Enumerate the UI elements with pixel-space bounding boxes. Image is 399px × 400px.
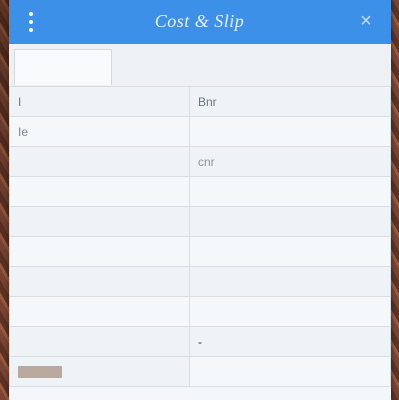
attribute-key	[9, 176, 190, 207]
attribute-value: Bnr	[189, 86, 391, 117]
close-icon[interactable]: ×	[355, 10, 377, 32]
attribute-value	[189, 206, 391, 237]
redacted-block	[18, 366, 62, 379]
popup-header: Cost & Slip ×	[9, 0, 391, 44]
feature-popup: Cost & Slip × I Bnr Ie cnr -	[9, 0, 391, 400]
attribute-key: I	[9, 86, 190, 117]
table-row	[9, 266, 391, 297]
attribute-value	[189, 266, 391, 297]
table-row	[9, 236, 391, 267]
tab-secondary[interactable]	[113, 49, 203, 85]
attribute-table: I Bnr Ie cnr -	[9, 86, 391, 387]
attribute-key	[9, 326, 190, 357]
attribute-value	[189, 236, 391, 267]
tab-attributes[interactable]	[14, 49, 112, 85]
attribute-value	[189, 356, 391, 387]
table-row	[9, 176, 391, 207]
attribute-key	[9, 356, 190, 387]
table-row	[9, 356, 391, 387]
table-row	[9, 206, 391, 237]
attribute-value: cnr	[189, 146, 391, 177]
attribute-value	[189, 296, 391, 327]
attribute-key	[9, 296, 190, 327]
attribute-key: Ie	[9, 116, 190, 147]
table-row: Ie	[9, 116, 391, 147]
popup-title: Cost & Slip	[154, 11, 245, 31]
attribute-key	[9, 206, 190, 237]
table-row: cnr	[9, 146, 391, 177]
table-row	[9, 296, 391, 327]
attribute-key	[9, 146, 190, 177]
attribute-key	[9, 236, 190, 267]
attribute-value	[189, 116, 391, 147]
tab-bar	[9, 44, 391, 87]
attribute-key	[9, 266, 190, 297]
attribute-value	[189, 176, 391, 207]
table-row: I Bnr	[9, 86, 391, 117]
attribute-value: -	[189, 326, 391, 357]
table-row: -	[9, 326, 391, 357]
